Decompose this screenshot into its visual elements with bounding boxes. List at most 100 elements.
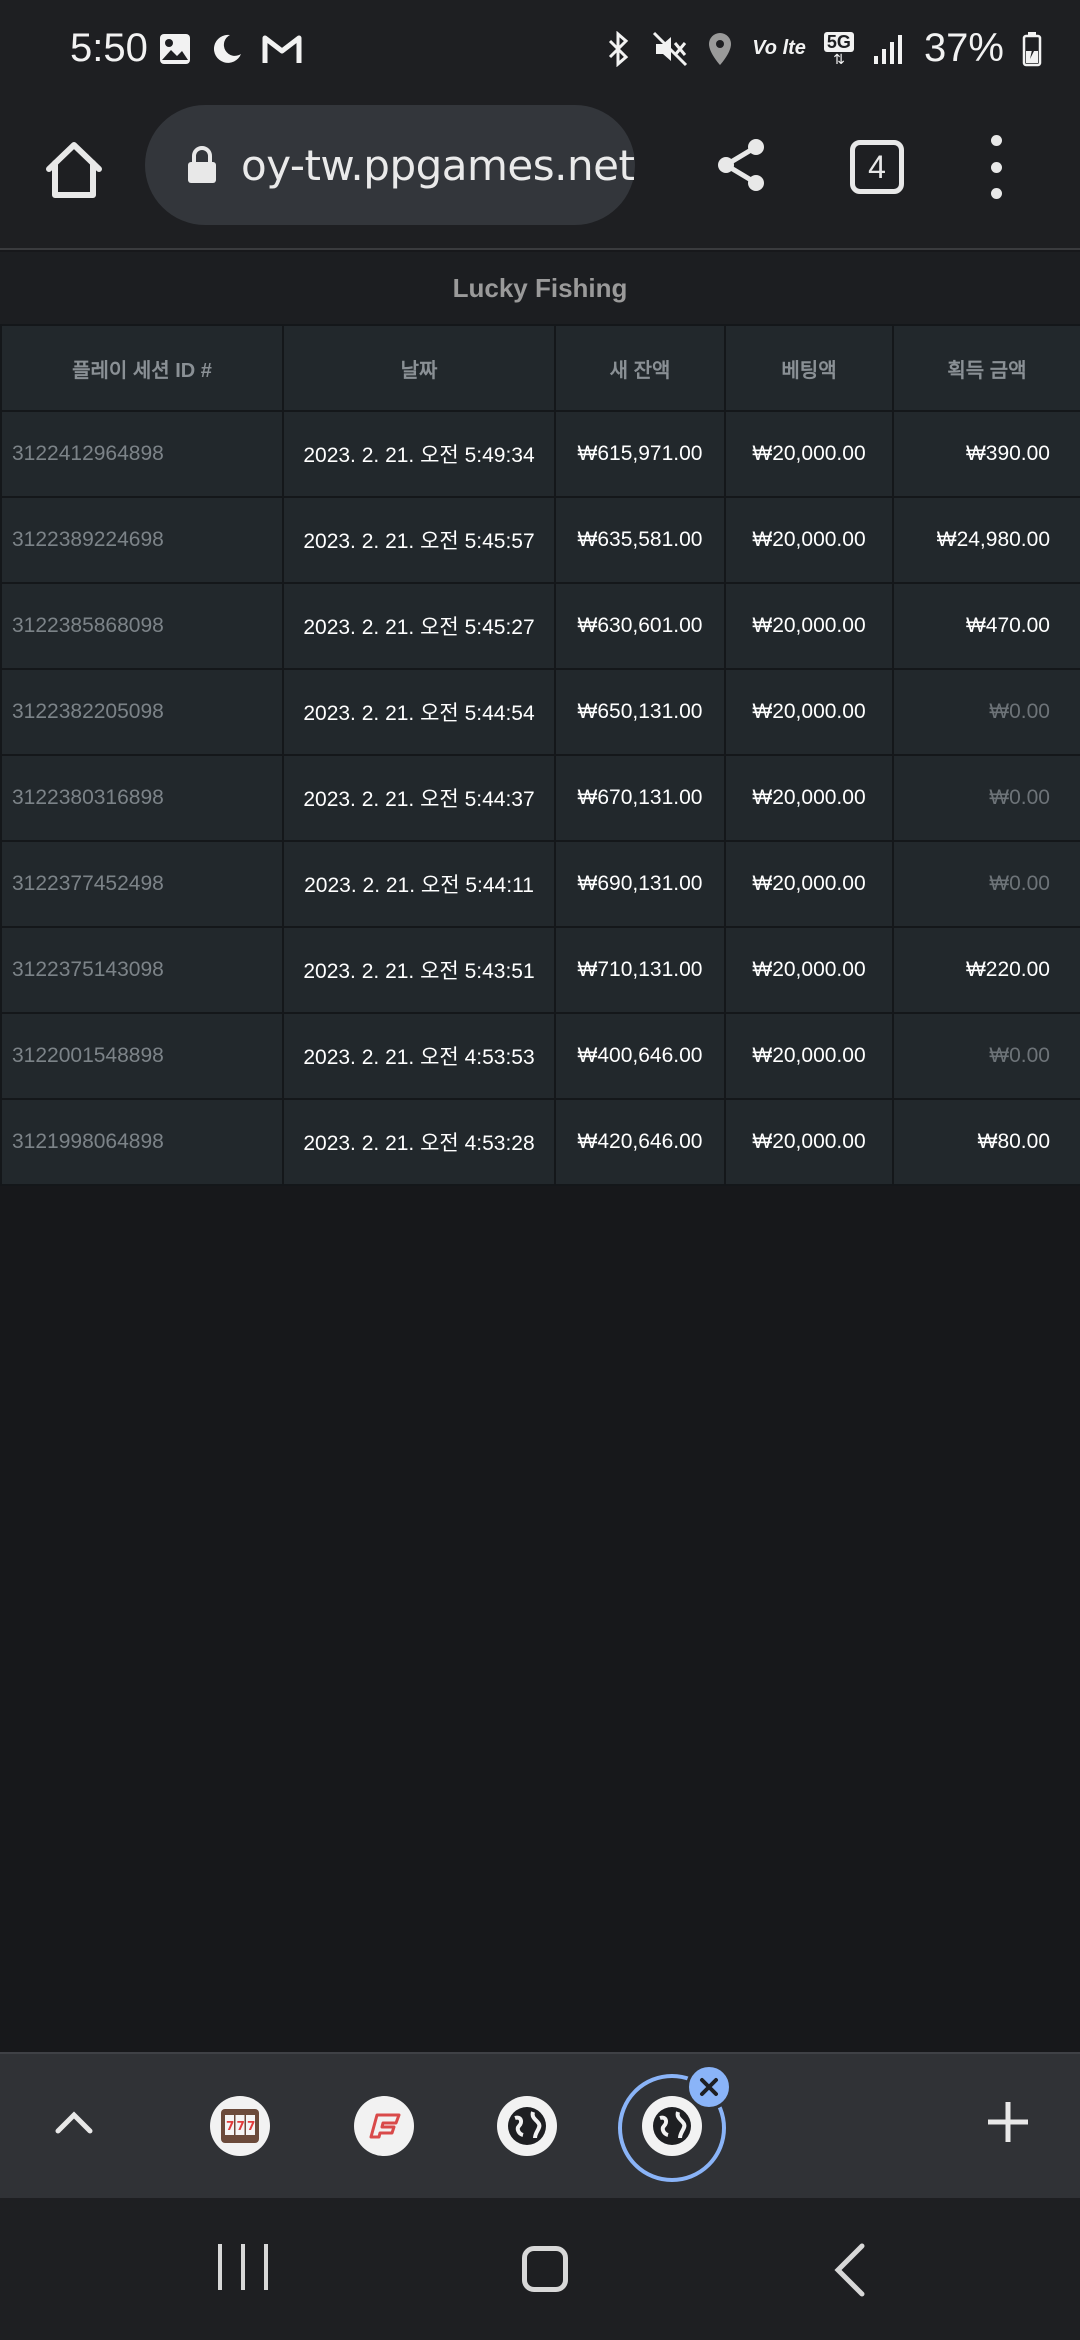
expand-tabs-button[interactable] bbox=[44, 2092, 104, 2152]
close-tab-button[interactable] bbox=[686, 2064, 732, 2110]
win-cell: ₩24,980.00 bbox=[892, 496, 1080, 584]
bet-cell: ₩20,000.00 bbox=[724, 1098, 894, 1186]
plus-icon bbox=[988, 2102, 1028, 2142]
win-cell: ₩220.00 bbox=[892, 926, 1080, 1014]
menu-dot bbox=[990, 188, 1002, 199]
slot-machine-favicon-sevens: 7 bbox=[237, 2119, 245, 2133]
globe-icon bbox=[653, 2107, 691, 2145]
share-button[interactable] bbox=[712, 135, 772, 195]
session-id-cell[interactable]: 3122380316898 bbox=[0, 754, 284, 842]
url-text: oy-tw.ppgames.net bbox=[241, 140, 635, 190]
balance-cell: ₩650,131.00 bbox=[554, 668, 726, 756]
column-header-date[interactable]: 날짜 bbox=[282, 324, 556, 412]
table-row[interactable]: 3122389224698 2023. 2. 21. 오전 5:45:57 ₩6… bbox=[0, 496, 1080, 584]
balance-cell: ₩670,131.00 bbox=[554, 754, 726, 842]
status-left-icons bbox=[158, 32, 302, 66]
lock-icon bbox=[188, 146, 216, 183]
bet-cell: ₩20,000.00 bbox=[724, 496, 894, 584]
tab-globe-active[interactable] bbox=[642, 2096, 702, 2156]
chevron-up-icon bbox=[55, 2111, 93, 2134]
slot-machine-favicon-sevens: 7 bbox=[226, 2119, 234, 2133]
date-cell: 2023. 2. 21. 오전 4:53:53 bbox=[282, 1012, 556, 1100]
session-id-cell[interactable]: 3122382205098 bbox=[0, 668, 284, 756]
session-id-cell[interactable]: 3122389224698 bbox=[0, 496, 284, 584]
balance-cell: ₩710,131.00 bbox=[554, 926, 726, 1014]
table-row[interactable]: 3122377452498 2023. 2. 21. 오전 5:44:11 ₩6… bbox=[0, 840, 1080, 928]
ppgames-favicon bbox=[369, 2113, 401, 2139]
column-header-win[interactable]: 획득 금액 bbox=[892, 324, 1080, 412]
tab-globe[interactable] bbox=[497, 2096, 557, 2156]
session-id-cell[interactable]: 3122412964898 bbox=[0, 410, 284, 498]
recents-bar bbox=[241, 2244, 245, 2290]
location-icon bbox=[709, 32, 732, 65]
date-cell: 2023. 2. 21. 오전 5:45:57 bbox=[282, 496, 556, 584]
balance-cell: ₩690,131.00 bbox=[554, 840, 726, 928]
date-cell: 2023. 2. 21. 오전 5:44:54 bbox=[282, 668, 556, 756]
win-cell: ₩470.00 bbox=[892, 582, 1080, 670]
bluetooth-icon bbox=[609, 30, 629, 67]
5g-label: 5G bbox=[823, 31, 854, 52]
home-icon bbox=[46, 142, 102, 198]
recents-bar bbox=[264, 2244, 268, 2290]
balance-cell: ₩635,581.00 bbox=[554, 496, 726, 584]
session-id-cell[interactable]: 3121998064898 bbox=[0, 1098, 284, 1186]
5g-arrows: ⇅ bbox=[833, 50, 845, 67]
column-header-bet[interactable]: 베팅액 bbox=[724, 324, 894, 412]
column-header-session-id[interactable]: 플레이 세션 ID # bbox=[0, 324, 284, 412]
battery-percent: 37% bbox=[923, 26, 1004, 70]
date-cell: 2023. 2. 21. 오전 5:45:27 bbox=[282, 582, 556, 670]
date-cell: 2023. 2. 21. 오전 5:44:11 bbox=[282, 840, 556, 928]
bet-cell: ₩20,000.00 bbox=[724, 926, 894, 1014]
close-icon bbox=[700, 2078, 718, 2096]
system-home-button[interactable] bbox=[522, 2246, 568, 2292]
volte-icon: Vo lte bbox=[752, 37, 806, 59]
bet-cell: ₩20,000.00 bbox=[724, 410, 894, 498]
tab-strip: 7 7 7 bbox=[0, 2052, 1080, 2198]
tab-switcher-button[interactable]: 4 bbox=[850, 140, 904, 194]
table-row[interactable]: 3122375143098 2023. 2. 21. 오전 5:43:51 ₩7… bbox=[0, 926, 1080, 1014]
date-cell: 2023. 2. 21. 오전 5:44:37 bbox=[282, 754, 556, 842]
table-row[interactable]: 3122380316898 2023. 2. 21. 오전 5:44:37 ₩6… bbox=[0, 754, 1080, 842]
bet-cell: ₩20,000.00 bbox=[724, 582, 894, 670]
win-cell: ₩390.00 bbox=[892, 410, 1080, 498]
back-icon[interactable] bbox=[826, 2240, 876, 2300]
win-cell: ₩0.00 bbox=[892, 840, 1080, 928]
column-header-new-balance[interactable]: 새 잔액 bbox=[554, 324, 726, 412]
table-row[interactable]: 3122001548898 2023. 2. 21. 오전 4:53:53 ₩4… bbox=[0, 1012, 1080, 1100]
system-nav-bar bbox=[0, 2198, 1080, 2340]
browser-toolbar: oy-tw.ppgames.net 4 bbox=[0, 100, 1080, 250]
table-row[interactable]: 3122385868098 2023. 2. 21. 오전 5:45:27 ₩6… bbox=[0, 582, 1080, 670]
more-menu-button[interactable] bbox=[976, 135, 1016, 199]
gallery-icon bbox=[160, 34, 190, 64]
signal-icon bbox=[873, 34, 902, 64]
bet-cell: ₩20,000.00 bbox=[724, 668, 894, 756]
tab-slot-machine[interactable]: 7 7 7 bbox=[210, 2096, 270, 2156]
balance-cell: ₩630,601.00 bbox=[554, 582, 726, 670]
moon-icon bbox=[213, 34, 241, 63]
session-id-cell[interactable]: 3122385868098 bbox=[0, 582, 284, 670]
bet-cell: ₩20,000.00 bbox=[724, 754, 894, 842]
session-id-cell[interactable]: 3122377452498 bbox=[0, 840, 284, 928]
home-button[interactable] bbox=[38, 134, 110, 206]
menu-dot bbox=[990, 161, 1002, 173]
session-id-cell[interactable]: 3122375143098 bbox=[0, 926, 284, 1014]
balance-cell: ₩400,646.00 bbox=[554, 1012, 726, 1100]
address-bar[interactable]: oy-tw.ppgames.net bbox=[145, 105, 635, 225]
new-tab-button[interactable] bbox=[978, 2092, 1038, 2152]
table-row[interactable]: 3121998064898 2023. 2. 21. 오전 4:53:28 ₩4… bbox=[0, 1098, 1080, 1186]
recents-bar bbox=[218, 2244, 222, 2290]
page-title: Lucky Fishing bbox=[0, 252, 1080, 324]
win-cell: ₩80.00 bbox=[892, 1098, 1080, 1186]
bet-cell: ₩20,000.00 bbox=[724, 1012, 894, 1100]
slot-machine-favicon-sevens: 7 bbox=[247, 2119, 255, 2133]
table-row[interactable]: 3122412964898 2023. 2. 21. 오전 5:49:34 ₩6… bbox=[0, 410, 1080, 498]
table-row[interactable]: 3122382205098 2023. 2. 21. 오전 5:44:54 ₩6… bbox=[0, 668, 1080, 756]
globe-icon bbox=[508, 2107, 546, 2145]
status-right-icons: Vo lte 5G ⇅ 37% bbox=[604, 26, 1042, 71]
session-id-cell[interactable]: 3122001548898 bbox=[0, 1012, 284, 1100]
tab-ppgames[interactable] bbox=[354, 2096, 414, 2156]
recents-button[interactable] bbox=[218, 2244, 268, 2294]
balance-cell: ₩615,971.00 bbox=[554, 410, 726, 498]
win-cell: ₩0.00 bbox=[892, 754, 1080, 842]
slot-machine-favicon: 7 7 7 bbox=[221, 2109, 259, 2143]
